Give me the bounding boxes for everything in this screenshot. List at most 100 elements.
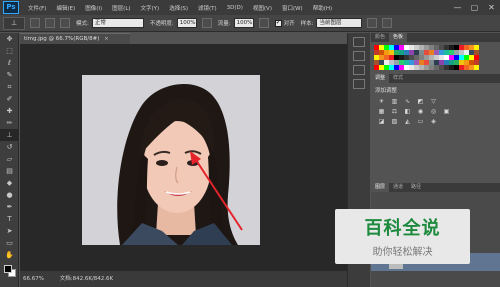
eraser-tool-icon[interactable]: ▱	[0, 153, 19, 165]
marquee-tool-icon[interactable]: ⬚	[0, 45, 19, 57]
quick-select-tool-icon[interactable]: ✎	[0, 69, 19, 81]
clone-source-icon[interactable]	[60, 18, 70, 28]
threshold-icon[interactable]: ◭	[403, 118, 412, 126]
watermark-sub-text: 助你轻松解决	[372, 247, 433, 258]
adjustment-row-2: ▦ ⚖ ◧ ◉ ◎ ▣	[371, 107, 500, 117]
menu-file[interactable]: 文件(F)	[23, 4, 51, 12]
sample-select[interactable]: 当前图层	[316, 18, 363, 28]
add-adjustment-title: 添加调整	[375, 88, 398, 94]
maximize-button[interactable]: ▢	[466, 0, 483, 15]
tab-paths[interactable]: 路径	[407, 183, 425, 192]
history-panel-icon[interactable]	[353, 37, 365, 47]
blur-tool-icon[interactable]: ◆	[0, 177, 19, 189]
photoshop-window: Ps 文件(F) 编辑(E) 图像(I) 图层(L) 文字(Y) 选择(S) 滤…	[0, 0, 500, 287]
airbrush-icon[interactable]	[258, 18, 269, 28]
gradient-map-icon[interactable]: ▭	[416, 118, 425, 126]
adjust-panel-tabs: 调整 样式	[371, 74, 500, 83]
app-logo: Ps	[3, 1, 19, 14]
pressure-opacity-icon[interactable]	[201, 18, 212, 28]
tab-swatches[interactable]: 色板	[389, 33, 408, 42]
pressure-size-icon[interactable]	[382, 18, 393, 28]
menu-view[interactable]: 视图(V)	[248, 4, 277, 12]
dodge-tool-icon[interactable]: ●	[0, 189, 19, 201]
invert-icon[interactable]: ◪	[377, 118, 386, 126]
tab-adjustments[interactable]: 调整	[371, 74, 390, 83]
hand-tool-icon[interactable]: ✋	[0, 249, 19, 261]
swatch-color[interactable]	[474, 65, 479, 70]
close-document-icon[interactable]: ×	[104, 34, 109, 44]
flow-label: 流量:	[217, 21, 231, 27]
tool-preset-picker[interactable]: ⊥	[3, 16, 25, 30]
menu-help[interactable]: 帮助(H)	[308, 4, 337, 12]
menu-3d[interactable]: 3D(D)	[222, 5, 248, 11]
sample-label: 样本:	[300, 21, 314, 27]
selective-color-icon[interactable]: ◈	[429, 118, 438, 126]
ignore-adjustment-icon[interactable]	[367, 18, 378, 28]
crop-tool-icon[interactable]: ⌗	[0, 81, 19, 93]
menu-bar: Ps 文件(F) 编辑(E) 图像(I) 图层(L) 文字(Y) 选择(S) 滤…	[0, 0, 500, 15]
black-white-icon[interactable]: ◧	[403, 108, 412, 116]
brush-tool-icon[interactable]: ✏	[0, 117, 19, 129]
menu-image[interactable]: 图像(I)	[80, 4, 107, 12]
minimize-button[interactable]: —	[449, 0, 466, 15]
shape-tool-icon[interactable]: ▭	[0, 237, 19, 249]
brightness-icon[interactable]: ☀	[377, 98, 386, 106]
type-tool-icon[interactable]: T	[0, 213, 19, 225]
mode-label: 模式:	[76, 21, 89, 27]
menu-window[interactable]: 窗口(W)	[277, 4, 308, 12]
color-lookup-icon[interactable]: ▣	[442, 108, 451, 116]
levels-icon[interactable]: ▥	[390, 98, 399, 106]
channel-mixer-icon[interactable]: ◎	[429, 108, 438, 116]
menu-type[interactable]: 文字(Y)	[136, 4, 165, 12]
document-tab[interactable]: timg.jpg @ 66.7%(RGB/8#) ×	[20, 33, 130, 44]
tab-styles[interactable]: 样式	[389, 74, 407, 83]
history-brush-tool-icon[interactable]: ↺	[0, 141, 19, 153]
healing-tool-icon[interactable]: ✚	[0, 105, 19, 117]
tab-layers[interactable]: 图层	[371, 183, 390, 192]
opacity-input[interactable]: 100%	[176, 18, 197, 28]
hue-saturation-icon[interactable]: ▦	[377, 108, 386, 116]
properties-panel-icon[interactable]	[353, 51, 365, 61]
menu-filter[interactable]: 滤镜(T)	[193, 4, 222, 12]
pen-tool-icon[interactable]: ✒	[0, 201, 19, 213]
portrait-illustration	[82, 75, 260, 245]
menu-layer[interactable]: 图层(L)	[107, 4, 135, 12]
document-size: 文档:842.6K/842.6K	[59, 276, 114, 282]
tab-channels[interactable]: 通道	[389, 183, 407, 192]
vibrance-icon[interactable]: ▽	[429, 98, 438, 106]
exposure-icon[interactable]: ◩	[416, 98, 425, 106]
close-button[interactable]: ✕	[483, 0, 500, 15]
clone-stamp-tool-icon[interactable]: ⊥	[0, 129, 19, 141]
lasso-tool-icon[interactable]: ℓ	[0, 57, 19, 69]
flow-input[interactable]: 100%	[233, 18, 254, 28]
tab-color[interactable]: 颜色	[371, 33, 389, 42]
opacity-label: 不透明度:	[149, 21, 174, 27]
swatch-grid	[374, 45, 497, 70]
color-panel-tabs: 颜色 色板	[371, 33, 500, 42]
canvas-area[interactable]	[20, 44, 347, 270]
window-controls: — ▢ ✕	[449, 0, 500, 15]
adjustment-row-1: ☀ ▥ ∿ ◩ ▽	[371, 97, 500, 107]
paragraph-panel-icon[interactable]	[353, 79, 365, 89]
eyedropper-tool-icon[interactable]: ✐	[0, 93, 19, 105]
mode-select[interactable]: 正常	[91, 18, 144, 28]
menu-edit[interactable]: 编辑(E)	[51, 4, 80, 12]
foreground-color-swatch[interactable]	[4, 265, 12, 273]
zoom-level[interactable]: 66.67%	[23, 276, 44, 282]
aligned-checkbox[interactable]	[274, 18, 282, 27]
watermark-main-text: 百科全说	[364, 218, 441, 239]
color-balance-icon[interactable]: ⚖	[390, 108, 399, 116]
brush-panel-icon[interactable]	[45, 18, 55, 28]
portrait-photo	[82, 75, 260, 245]
posterize-icon[interactable]: ▨	[390, 118, 399, 126]
move-tool-icon[interactable]: ✥	[0, 33, 19, 45]
path-select-tool-icon[interactable]: ➤	[0, 225, 19, 237]
gradient-tool-icon[interactable]: ▤	[0, 165, 19, 177]
photo-filter-icon[interactable]: ◉	[416, 108, 425, 116]
curves-icon[interactable]: ∿	[403, 98, 412, 106]
options-bar: ⊥ 模式: 正常 不透明度: 100% 流量: 100% 对齐 样本: 当前图层	[0, 15, 500, 32]
brush-size-icon[interactable]	[30, 18, 40, 28]
menu-select[interactable]: 选择(S)	[164, 4, 193, 12]
status-bar: 66.67% 文档:842.6K/842.6K	[20, 270, 347, 287]
character-panel-icon[interactable]	[353, 65, 365, 75]
